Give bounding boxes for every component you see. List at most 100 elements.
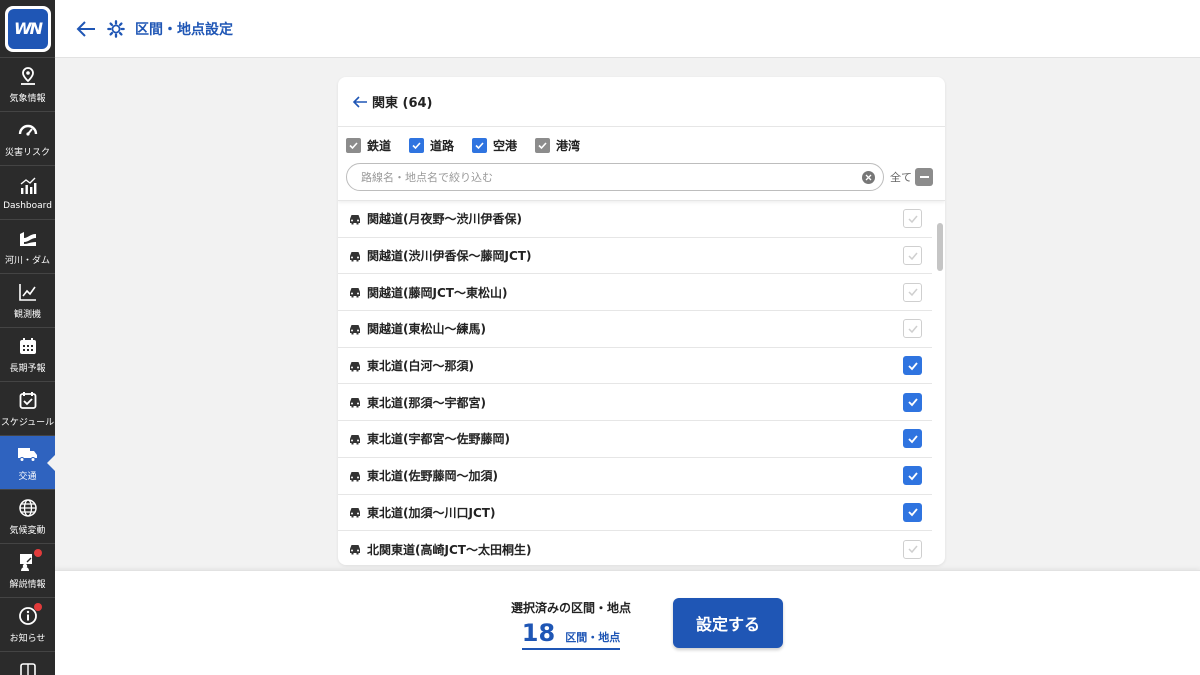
- submit-button[interactable]: 設定する: [673, 598, 783, 648]
- sidebar-item-label: スケジュール: [0, 418, 55, 428]
- car-icon: [350, 288, 360, 298]
- sidebar-item-traffic[interactable]: 交通: [0, 436, 55, 490]
- search-row: 全て: [346, 163, 937, 191]
- sidebar-item-dashboard[interactable]: Dashboard: [0, 166, 55, 220]
- list-item[interactable]: 東北道(加須〜川口JCT): [338, 495, 932, 532]
- notification-dot: [33, 549, 42, 557]
- list-item-label: 東北道(白河〜那須): [367, 359, 474, 374]
- row-checkbox[interactable]: [903, 392, 922, 412]
- sidebar-item-river-dam[interactable]: 河川・ダム: [0, 220, 55, 274]
- sidebar-item-climate-change[interactable]: 気候変動: [0, 490, 55, 544]
- sidebar-item-commentary[interactable]: 解説情報: [0, 544, 55, 598]
- section-selection-panel: 関東 (64) 鉄道 道路 空港 港湾 路線名・地点名で絞り込む 全て 関越道(…: [338, 77, 945, 565]
- notification-dot: [33, 603, 42, 611]
- category-road[interactable]: 道路: [409, 137, 454, 154]
- panel-header: 関東 (64): [338, 77, 945, 127]
- row-checkbox[interactable]: [903, 466, 922, 486]
- row-checkbox[interactable]: [903, 319, 922, 339]
- car-icon: [350, 545, 360, 555]
- sidebar-item-observation[interactable]: 観測機: [0, 274, 55, 328]
- sidebar-item-label: 河川・ダム: [4, 256, 50, 266]
- row-checkbox[interactable]: [903, 502, 922, 522]
- sidebar-item-label: 長期予報: [9, 364, 46, 374]
- select-all-toggle[interactable]: 全て: [890, 168, 933, 186]
- top-header: 区間・地点設定: [55, 0, 1200, 58]
- search-box: [346, 163, 884, 191]
- category-label: 港湾: [556, 138, 581, 153]
- sidebar: WN 気象情報 災害リスク Dashboard 河川・ダム 観測機 長期予報 ス…: [0, 0, 55, 675]
- footer-bar: 選択済みの区間・地点 18 区間・地点 設定する: [55, 570, 1200, 675]
- chart-icon: [17, 175, 39, 197]
- sidebar-item-schedule[interactable]: スケジュール: [0, 382, 55, 436]
- app-logo[interactable]: WN: [0, 0, 55, 58]
- scrollbar-thumb[interactable]: [937, 223, 943, 271]
- sidebar-item-more[interactable]: [0, 652, 55, 675]
- car-icon: [350, 324, 360, 335]
- clear-icon[interactable]: [862, 170, 875, 184]
- row-checkbox[interactable]: [903, 282, 922, 302]
- category-filters: 鉄道 道路 空港 港湾: [346, 135, 937, 155]
- selected-count-link[interactable]: 18 区間・地点: [521, 618, 621, 650]
- car-icon: [350, 508, 360, 518]
- category-label: 鉄道: [367, 138, 392, 153]
- list-item[interactable]: 関越道(東松山〜練馬): [338, 311, 932, 348]
- list-item-label: 関越道(東松山〜練馬): [367, 322, 486, 337]
- list-item[interactable]: 関越道(月夜野〜渋川伊香保): [338, 201, 932, 238]
- list-item[interactable]: 東北道(佐野藤岡〜加須): [338, 458, 932, 495]
- list-item-label: 東北道(加須〜川口JCT): [367, 505, 496, 520]
- sidebar-item-disaster-risk[interactable]: 災害リスク: [0, 112, 55, 166]
- page-title: 区間・地点設定: [135, 21, 233, 38]
- sidebar-item-label: 気候変動: [9, 526, 46, 536]
- list-item[interactable]: 東北道(白河〜那須): [338, 348, 932, 385]
- row-checkbox[interactable]: [903, 246, 922, 266]
- line-chart-icon: [17, 281, 39, 303]
- list-item[interactable]: 関越道(藤岡JCT〜東松山): [338, 274, 932, 312]
- search-input[interactable]: [361, 170, 862, 184]
- category-label: 空港: [493, 138, 518, 153]
- row-checkbox[interactable]: [903, 429, 922, 449]
- row-checkbox[interactable]: [903, 539, 922, 559]
- globe-icon: [17, 497, 39, 519]
- car-icon: [350, 214, 360, 225]
- sidebar-item-label: 気象情報: [9, 94, 46, 104]
- sidebar-item-long-forecast[interactable]: 長期予報: [0, 328, 55, 382]
- row-checkbox[interactable]: [903, 209, 922, 229]
- row-checkbox[interactable]: [903, 356, 922, 376]
- back-arrow-icon[interactable]: [75, 18, 97, 40]
- section-list[interactable]: 関越道(月夜野〜渋川伊香保) 関越道(渋川伊香保〜藤岡JCT) 関越道(藤岡JC…: [338, 201, 945, 565]
- back-arrow-icon[interactable]: [352, 94, 368, 110]
- select-all-label: 全て: [890, 171, 912, 184]
- category-port[interactable]: 港湾: [535, 137, 580, 154]
- indeterminate-checkbox-icon: [915, 168, 933, 186]
- list-item-label: 関越道(月夜野〜渋川伊香保): [367, 212, 522, 227]
- logo-text: WN: [7, 8, 48, 49]
- car-icon: [350, 434, 360, 445]
- checkbox-icon: [409, 137, 425, 153]
- sidebar-item-label: お知らせ: [9, 634, 46, 644]
- sidebar-item-notices[interactable]: お知らせ: [0, 598, 55, 652]
- list-item[interactable]: 東北道(宇都宮〜佐野藤岡): [338, 421, 932, 458]
- list-item[interactable]: 関越道(渋川伊香保〜藤岡JCT): [338, 238, 932, 275]
- category-railway[interactable]: 鉄道: [346, 137, 391, 154]
- scrollbar[interactable]: [937, 201, 943, 565]
- truck-icon: [17, 443, 39, 465]
- list-item[interactable]: 東北道(那須〜宇都宮): [338, 384, 932, 422]
- list-item-label: 東北道(那須〜宇都宮): [367, 395, 486, 410]
- car-icon: [350, 398, 360, 408]
- info-icon: [17, 603, 42, 627]
- calendar-check-icon: [17, 389, 39, 411]
- map-pin-icon: [17, 65, 39, 87]
- list-item[interactable]: 北関東道(高崎JCT〜太田桐生): [338, 531, 932, 565]
- list-item-label: 北関東道(高崎JCT〜太田桐生): [367, 542, 532, 557]
- list-item-label: 東北道(佐野藤岡〜加須): [367, 469, 498, 484]
- selected-label: 選択済みの区間・地点: [511, 601, 632, 615]
- river-icon: [17, 227, 39, 249]
- list-item-label: 東北道(宇都宮〜佐野藤岡): [367, 432, 510, 447]
- sidebar-item-label: 交通: [18, 472, 37, 482]
- car-icon: [350, 251, 360, 262]
- sidebar-item-label: Dashboard: [3, 200, 52, 211]
- category-airport[interactable]: 空港: [472, 137, 517, 154]
- book-icon: [17, 660, 39, 675]
- sidebar-item-weather[interactable]: 気象情報: [0, 58, 55, 112]
- car-icon: [350, 471, 360, 482]
